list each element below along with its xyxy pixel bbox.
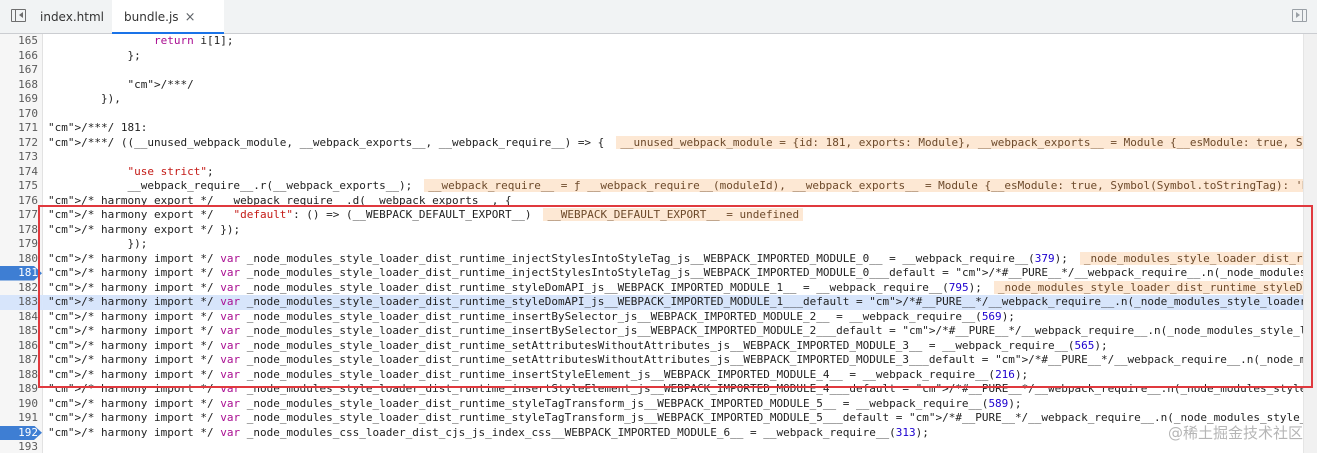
tab-label: bundle.js bbox=[124, 10, 179, 24]
line-code: "cm">/* harmony import */ var _node_modu… bbox=[48, 280, 1303, 296]
inline-value: _node_modules_style_loader_dist_runtime_… bbox=[1079, 251, 1303, 265]
line-code: "cm">/* harmony import */ var _node_modu… bbox=[48, 382, 1303, 395]
code-line[interactable]: 190 "cm">/* harmony import */ var _node_m… bbox=[0, 397, 1303, 412]
line-code: "cm">/* harmony import */ var _node_modu… bbox=[48, 425, 929, 439]
line-code: "cm">/* harmony import */ var _node_modu… bbox=[48, 266, 1303, 279]
line-number[interactable]: 191 bbox=[0, 411, 38, 426]
breakpoint-marker[interactable]: 192 bbox=[0, 425, 42, 440]
code-line[interactable]: 182 "cm">/* harmony import */ var _node_m… bbox=[0, 280, 1303, 296]
watermark: @稀土掘金技术社区 bbox=[1167, 424, 1303, 442]
line-number[interactable]: 184 bbox=[0, 310, 38, 325]
code-line[interactable]: 186 "cm">/* harmony import */ var _node_m… bbox=[0, 339, 1303, 354]
line-number[interactable]: 182 bbox=[0, 281, 38, 296]
line-number[interactable]: 178 bbox=[0, 223, 38, 238]
code-line[interactable]: 170 bbox=[0, 107, 1303, 122]
tab-index-html[interactable]: index.html bbox=[28, 0, 114, 34]
line-code: "use strict"; bbox=[127, 164, 214, 178]
line-code: return i[1]; bbox=[153, 34, 234, 47]
inline-value: __WEBPACK_DEFAULT_EXPORT__ = undefined bbox=[543, 208, 804, 221]
code-line[interactable]: 189 "cm">/* harmony import */ var _node_m… bbox=[0, 382, 1303, 397]
line-number[interactable]: 173 bbox=[0, 150, 38, 165]
line-code: "cm">/* harmony export */ }); bbox=[48, 222, 241, 236]
line-number[interactable]: 166 bbox=[0, 49, 38, 64]
code-line[interactable]: 168 "cm">/***/ bbox=[0, 78, 1303, 93]
code-line[interactable]: 192 "cm">/* harmony import */ var _node_m… bbox=[0, 425, 1303, 440]
line-code: "cm">/***/ ((__unused_webpack_module, __… bbox=[48, 135, 1303, 151]
code-line[interactable]: 172 "cm">/***/ ((__unused_webpack_module,… bbox=[0, 135, 1303, 151]
code-line[interactable]: 183 "cm">/* harmony import */ var _node_m… bbox=[0, 295, 1303, 310]
line-code: __webpack_require__.r(__webpack_exports_… bbox=[48, 179, 1303, 194]
tab-label: index.html bbox=[40, 10, 104, 24]
line-number[interactable]: 187 bbox=[0, 353, 38, 368]
line-code: "cm">/***/ 181: bbox=[48, 121, 148, 134]
line-number[interactable]: 170 bbox=[0, 107, 38, 122]
code-line[interactable]: 169 }), bbox=[0, 92, 1303, 107]
line-code: "cm">/* harmony import */ var _node_modu… bbox=[48, 324, 1303, 337]
line-number[interactable]: 172 bbox=[0, 136, 38, 151]
code-line[interactable]: 173 bbox=[0, 150, 1303, 165]
line-code: }; bbox=[48, 48, 141, 62]
inline-value: __unused_webpack_module = {id: 181, expo… bbox=[616, 135, 1303, 149]
line-code: "cm">/* harmony import */ var _node_modu… bbox=[48, 353, 1303, 366]
editor-tab-bar: index.html bundle.js × bbox=[0, 0, 1317, 34]
breakpoint-marker[interactable]: 181 bbox=[0, 266, 42, 281]
code-line[interactable]: 187 "cm">/* harmony import */ var _node_m… bbox=[0, 353, 1303, 368]
code-editor[interactable]: 165 return i[1]; 166 }; 167 168 "cm">/***/1… bbox=[0, 34, 1317, 453]
line-code: "cm">/* harmony import */ var _node_modu… bbox=[48, 251, 1303, 267]
inline-value: _node_modules_style_loader_dist_runtime_… bbox=[993, 280, 1303, 294]
line-number[interactable]: 188 bbox=[0, 368, 38, 383]
inline-value: __webpack_require__ = ƒ __webpack_requir… bbox=[424, 179, 1303, 192]
line-number[interactable]: 169 bbox=[0, 92, 38, 107]
line-code: }); bbox=[48, 237, 148, 250]
line-code: }), bbox=[48, 92, 121, 105]
vertical-scrollbar[interactable] bbox=[1303, 34, 1317, 453]
code-line[interactable]: 174 "use strict"; bbox=[0, 165, 1303, 180]
line-code: "cm">/* harmony export */ __webpack_requ… bbox=[48, 193, 512, 207]
show-debugger-icon[interactable] bbox=[1292, 9, 1307, 22]
code-line[interactable]: 193 bbox=[0, 440, 1303, 453]
code-line[interactable]: 181 "cm">/* harmony import */ var _node_m… bbox=[0, 266, 1303, 281]
line-code: "cm">/* harmony import */ var _node_modu… bbox=[48, 411, 1303, 424]
line-number[interactable]: 175 bbox=[0, 179, 38, 194]
tab-bundle-js[interactable]: bundle.js × bbox=[112, 0, 224, 34]
code-line[interactable]: 179 }); bbox=[0, 237, 1303, 252]
line-code: "cm">/* harmony import */ var _node_modu… bbox=[48, 367, 1029, 381]
code-line[interactable]: 178 "cm">/* harmony export */ }); bbox=[0, 223, 1303, 238]
line-number[interactable]: 171 bbox=[0, 121, 38, 136]
code-line[interactable]: 185 "cm">/* harmony import */ var _node_m… bbox=[0, 324, 1303, 339]
code-line[interactable]: 171 "cm">/***/ 181: bbox=[0, 121, 1303, 136]
line-number[interactable]: 168 bbox=[0, 78, 38, 93]
line-number[interactable]: 183 bbox=[0, 295, 38, 310]
line-code: "cm">/* harmony import */ var _node_modu… bbox=[48, 295, 1303, 308]
code-line[interactable]: 175 __webpack_require__.r(__webpack_expo… bbox=[0, 179, 1303, 194]
line-code: "cm">/* harmony export */ "default": () … bbox=[48, 208, 1303, 223]
line-number[interactable]: 177 bbox=[0, 208, 38, 223]
code-line[interactable]: 165 return i[1]; bbox=[0, 34, 1303, 49]
code-line[interactable]: 177 "cm">/* harmony export */ "default": … bbox=[0, 208, 1303, 223]
line-code: "cm">/* harmony import */ var _node_modu… bbox=[48, 396, 1022, 410]
code-line[interactable]: 166 }; bbox=[0, 49, 1303, 64]
code-line[interactable]: 176 "cm">/* harmony export */ __webpack_r… bbox=[0, 194, 1303, 209]
line-number[interactable]: 165 bbox=[0, 34, 38, 49]
code-line[interactable]: 184 "cm">/* harmony import */ var _node_m… bbox=[0, 310, 1303, 325]
close-tab-icon[interactable]: × bbox=[185, 10, 196, 25]
line-number[interactable]: 189 bbox=[0, 382, 38, 397]
line-number[interactable]: 174 bbox=[0, 165, 38, 180]
line-number[interactable]: 180 bbox=[0, 252, 38, 267]
show-navigator-icon[interactable] bbox=[11, 9, 26, 22]
code-line[interactable]: 191 "cm">/* harmony import */ var _node_m… bbox=[0, 411, 1303, 426]
line-number[interactable]: 179 bbox=[0, 237, 38, 252]
code-line[interactable]: 180 "cm">/* harmony import */ var _node_m… bbox=[0, 251, 1303, 267]
line-number[interactable]: 185 bbox=[0, 324, 38, 339]
line-number[interactable]: 193 bbox=[0, 440, 38, 453]
line-number[interactable]: 190 bbox=[0, 397, 38, 412]
code-line[interactable]: 167 bbox=[0, 63, 1303, 78]
line-code: "cm">/***/ bbox=[127, 77, 194, 91]
line-number[interactable]: 176 bbox=[0, 194, 38, 209]
line-code: "cm">/* harmony import */ var _node_modu… bbox=[48, 338, 1108, 352]
line-code: "cm">/* harmony import */ var _node_modu… bbox=[48, 309, 1015, 323]
code-line[interactable]: 188 "cm">/* harmony import */ var _node_m… bbox=[0, 368, 1303, 383]
line-number[interactable]: 167 bbox=[0, 63, 38, 78]
line-number[interactable]: 186 bbox=[0, 339, 38, 354]
